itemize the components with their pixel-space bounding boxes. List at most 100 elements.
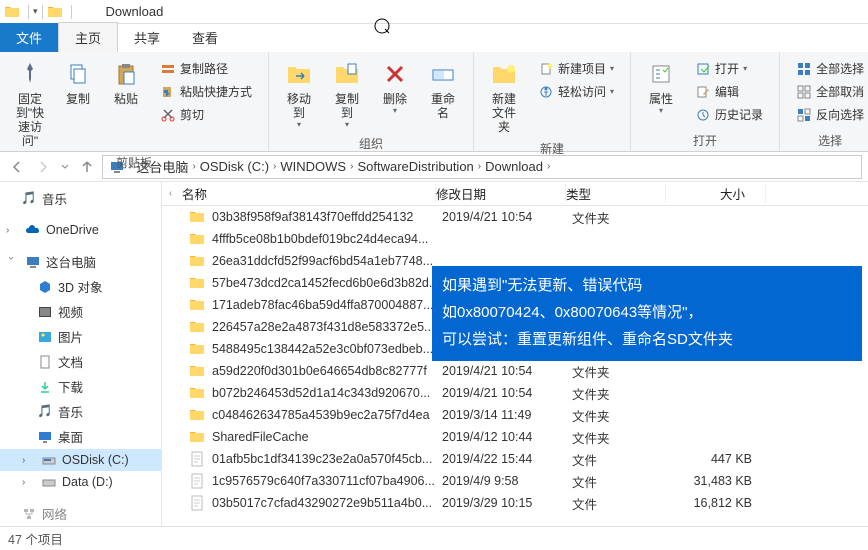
tab-home[interactable]: 主页	[58, 22, 118, 52]
folder-icon	[188, 230, 206, 248]
new-item-button[interactable]: 新建项目 ▾	[534, 58, 618, 79]
3dobjects-icon	[36, 279, 54, 295]
window-title: Download	[106, 4, 164, 19]
table-row[interactable]: 1c9576579c640f7a330711cf07ba4906...2019/…	[176, 470, 868, 492]
table-row[interactable]: 03b5017c7cfad43290272e9b511a4b0...2019/3…	[176, 492, 868, 514]
sidebar-item-music[interactable]: 🎵 音乐	[0, 186, 161, 211]
rename-button[interactable]: 重命名	[421, 54, 465, 133]
table-row[interactable]: a59d220f0d301b0e646654db8c82777f2019/4/2…	[176, 360, 868, 382]
history-icon	[695, 107, 711, 123]
sidebar-item-label: 文档	[58, 352, 83, 371]
select-none-button[interactable]: 全部取消	[792, 81, 868, 102]
tb-qat-dropdown[interactable]: ▾	[33, 6, 38, 17]
new-item-label: 新建项目	[558, 60, 606, 77]
file-date: 2019/4/22 15:44	[442, 452, 572, 466]
tab-view[interactable]: 查看	[176, 23, 234, 52]
invert-selection-button[interactable]: 反向选择	[792, 104, 868, 125]
open-button[interactable]: 打开 ▾	[691, 58, 767, 79]
crumb-download[interactable]: Download	[481, 159, 547, 174]
new-folder-button[interactable]: 新建 文件夹	[482, 54, 526, 138]
ribbon-group-open: 属性 ▾ 打开 ▾ 编辑 历史记录 打开	[631, 52, 780, 151]
crumb-windows[interactable]: WINDOWS	[276, 159, 350, 174]
file-name: 5488495c138442a52e3c0bf073edbeb...	[212, 342, 433, 356]
table-row[interactable]: SharedFileCache2019/4/12 10:44文件夹	[176, 426, 868, 448]
pin-quick-access-button[interactable]: 固定到"快 速访问"	[8, 54, 52, 152]
folder-icon	[188, 208, 206, 226]
paste-button[interactable]: 粘贴	[104, 54, 148, 152]
folder-icon	[188, 340, 206, 358]
sidebar-item-osdisk[interactable]: › OSDisk (C:)	[0, 449, 161, 471]
cut-button[interactable]: 剪切	[156, 104, 256, 125]
delete-button[interactable]: 删除 ▾	[373, 54, 417, 133]
sidebar-item-label: 这台电脑	[46, 252, 96, 271]
sidebar-item-3dobjects[interactable]: 3D 对象	[0, 274, 161, 299]
col-name-header[interactable]: 名称	[176, 184, 436, 203]
sidebar-item-desktop[interactable]: 桌面	[0, 424, 161, 449]
history-label: 历史记录	[715, 106, 763, 123]
table-row[interactable]: 03b38f958f9af38143f70effdd2541322019/4/2…	[176, 206, 868, 228]
move-to-button[interactable]: 移动到 ▾	[277, 54, 321, 133]
open-group-label: 打开	[639, 130, 771, 151]
chevron-right-icon[interactable]: ›	[22, 455, 32, 466]
paste-shortcut-button[interactable]: 粘贴快捷方式	[156, 81, 256, 102]
sidebar-item-data[interactable]: › Data (D:)	[0, 471, 161, 493]
edit-icon	[695, 84, 711, 100]
table-row[interactable]: 01afb5bc1df34139c23e2a0a570f45cb...2019/…	[176, 448, 868, 470]
overlay-line: 如0x80070424、0x80070643等情况"，	[442, 299, 852, 326]
copy-button[interactable]: 复制	[56, 54, 100, 152]
invert-label: 反向选择	[816, 106, 864, 123]
file-size: 447 KB	[672, 452, 772, 466]
sidebar-item-pictures[interactable]: 图片	[0, 324, 161, 349]
sidebar-item-music2[interactable]: 🎵 音乐	[0, 399, 161, 424]
sidebar-item-label: 桌面	[58, 427, 83, 446]
pin-icon	[14, 58, 46, 90]
sidebar-item-onedrive[interactable]: › OneDrive	[0, 219, 161, 241]
properties-button[interactable]: 属性 ▾	[639, 54, 683, 130]
open-icon	[695, 61, 711, 77]
col-type-header[interactable]: 类型	[566, 184, 666, 203]
file-name: c048462634785a4539b9ec2a75f7d4ea	[212, 408, 430, 422]
chevron-right-icon[interactable]: ›	[547, 161, 550, 172]
sidebar-item-documents[interactable]: 文档	[0, 349, 161, 374]
chevron-right-icon[interactable]: ›	[22, 477, 32, 488]
tb-divider	[42, 5, 43, 19]
folder-icon	[188, 428, 206, 446]
sidebar-item-thispc[interactable]: › 这台电脑	[0, 249, 161, 274]
col-date-header[interactable]: 修改日期	[436, 184, 566, 203]
pictures-icon	[36, 329, 54, 345]
tab-file[interactable]: 文件	[0, 23, 58, 52]
music-icon: 🎵	[20, 191, 38, 207]
properties-icon	[645, 58, 677, 90]
new-group-label: 新建	[482, 138, 622, 159]
folder-icon	[188, 274, 206, 292]
cut-label: 剪切	[180, 106, 204, 123]
sidebar-item-network[interactable]: 网络	[0, 501, 161, 526]
sidebar-item-downloads[interactable]: 下载	[0, 374, 161, 399]
file-type: 文件	[572, 494, 672, 513]
file-type: 文件夹	[572, 384, 672, 403]
crumb-softwaredistribution[interactable]: SoftwareDistribution	[353, 159, 477, 174]
tab-share[interactable]: 共享	[118, 23, 176, 52]
downloads-icon	[36, 379, 54, 395]
edit-button[interactable]: 编辑	[691, 81, 767, 102]
sidebar-item-videos[interactable]: 视频	[0, 299, 161, 324]
pasteshortcut-icon	[160, 84, 176, 100]
list-back-chevron[interactable]: ‹	[163, 182, 177, 204]
folder-icon	[47, 4, 63, 20]
table-row[interactable]: c048462634785a4539b9ec2a75f7d4ea2019/3/1…	[176, 404, 868, 426]
file-list[interactable]: 03b38f958f9af38143f70effdd2541322019/4/2…	[162, 206, 868, 526]
move-to-label: 移动到	[283, 92, 315, 120]
col-size-header[interactable]: 大小	[666, 184, 766, 203]
chevron-right-icon[interactable]: ›	[6, 225, 16, 236]
select-all-button[interactable]: 全部选择	[792, 58, 868, 79]
copy-path-button[interactable]: 复制路径	[156, 58, 256, 79]
easy-access-button[interactable]: 轻松访问 ▾	[534, 81, 618, 102]
table-row[interactable]: 4fffb5ce08b1b0bdef019bc24d4eca94...	[176, 228, 868, 250]
table-row[interactable]: b072b246453d52d1a14c343d920670...2019/4/…	[176, 382, 868, 404]
chevron-down-icon[interactable]: ›	[6, 257, 17, 267]
history-button[interactable]: 历史记录	[691, 104, 767, 125]
videos-icon	[36, 304, 54, 320]
pc-icon	[24, 254, 42, 270]
copy-to-button[interactable]: 复制到 ▾	[325, 54, 369, 133]
tb-divider	[71, 5, 72, 19]
